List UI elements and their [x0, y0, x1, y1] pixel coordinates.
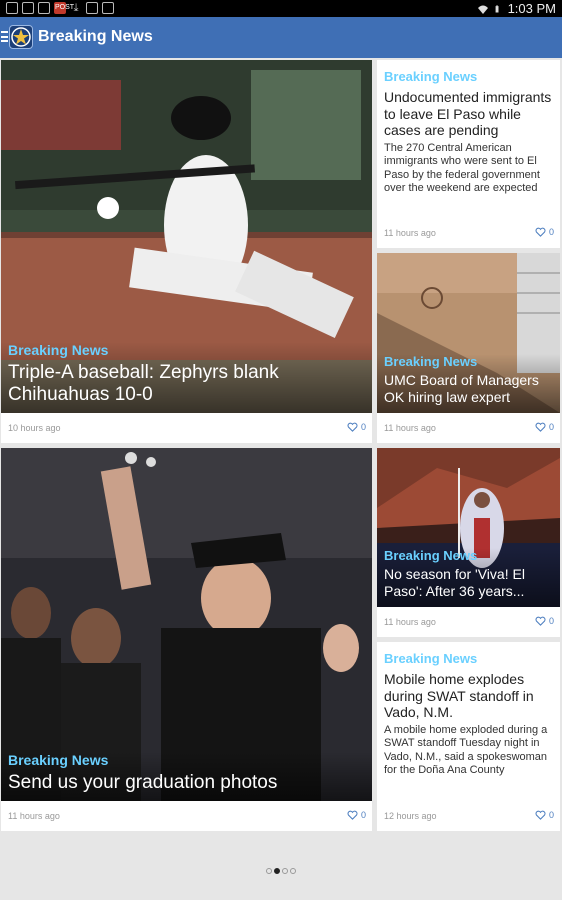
- download-icon: ⤓: [73, 2, 79, 14]
- card-category: Breaking News: [8, 752, 109, 768]
- card-overlay: Breaking News Send us your graduation ph…: [1, 752, 372, 801]
- bag-icon: [102, 2, 114, 14]
- card-time: 11 hours ago: [384, 228, 436, 238]
- status-time: 1:03 PM: [507, 1, 556, 16]
- page-dot[interactable]: [266, 868, 272, 874]
- like-count: 0: [360, 422, 366, 432]
- star-icon: [11, 27, 31, 47]
- card-time: 10 hours ago: [8, 423, 61, 433]
- card-overlay: Breaking News Triple-A baseball: Zephyrs…: [1, 342, 372, 413]
- window-icon: [38, 2, 50, 14]
- graduation-photo: [1, 448, 372, 801]
- heart-icon: [347, 422, 358, 432]
- like-button[interactable]: 0: [535, 616, 554, 626]
- card-category: Breaking News: [384, 354, 478, 369]
- news-card-baseball[interactable]: Breaking News Triple-A baseball: Zephyrs…: [1, 60, 372, 443]
- notification-icons: POST ⤓: [6, 2, 114, 14]
- page-title: Breaking News: [38, 28, 153, 45]
- card-headline[interactable]: UMC Board of Managers OK hiring law expe…: [384, 372, 552, 406]
- heart-icon: [535, 422, 546, 432]
- like-count: 0: [360, 810, 366, 820]
- heart-icon: [535, 616, 546, 626]
- news-card-viva-el-paso[interactable]: Breaking News No season for 'Viva! El Pa…: [377, 448, 560, 637]
- like-count: 0: [548, 227, 554, 237]
- card-category: Breaking News: [384, 548, 478, 563]
- mail-icon: [22, 2, 34, 14]
- news-icon: POST: [54, 2, 74, 14]
- card-time: 12 hours ago: [384, 811, 437, 821]
- like-button[interactable]: 0: [347, 810, 366, 820]
- card-footer: 11 hours ago 0: [377, 607, 560, 637]
- heart-icon: [535, 810, 546, 820]
- flipboard-icon: [86, 2, 98, 14]
- like-count: 0: [548, 810, 554, 820]
- heart-icon: [535, 227, 546, 237]
- page-dot[interactable]: [290, 868, 296, 874]
- card-overlay: Breaking News UMC Board of Managers OK h…: [377, 354, 560, 413]
- news-card-umc[interactable]: Breaking News UMC Board of Managers OK h…: [377, 253, 560, 443]
- page-dot[interactable]: [282, 868, 288, 874]
- card-headline[interactable]: Triple-A baseball: Zephyrs blank Chihuah…: [8, 362, 364, 406]
- news-card-graduation[interactable]: Breaking News Send us your graduation ph…: [1, 448, 372, 831]
- like-button[interactable]: 0: [535, 227, 554, 237]
- card-headline[interactable]: Undocumented immigrants to leave El Paso…: [384, 89, 554, 139]
- news-card-immigrants[interactable]: Breaking News Undocumented immigrants to…: [377, 60, 560, 248]
- image-icon: [6, 2, 18, 14]
- card-overlay: Breaking News No season for 'Viva! El Pa…: [377, 548, 560, 607]
- like-button[interactable]: 0: [347, 422, 366, 432]
- news-card-mobile-home[interactable]: Breaking News Mobile home explodes durin…: [377, 642, 560, 831]
- battery-icon: [495, 5, 499, 12]
- app-logo[interactable]: [9, 25, 33, 49]
- like-count: 0: [548, 616, 554, 626]
- card-footer: 11 hours ago 0: [1, 801, 372, 831]
- card-category: Breaking News: [384, 651, 478, 666]
- app-bar: Breaking News: [0, 17, 562, 58]
- card-footer: 12 hours ago 0: [377, 801, 560, 831]
- page-indicator[interactable]: [0, 861, 562, 879]
- card-category: Breaking News: [384, 69, 478, 84]
- card-headline[interactable]: Send us your graduation photos: [8, 772, 364, 794]
- wifi-icon: [477, 5, 488, 14]
- status-bar: POST ⤓ 1:03 PM: [0, 0, 562, 17]
- card-time: 11 hours ago: [384, 423, 436, 433]
- card-time: 11 hours ago: [384, 617, 436, 627]
- card-footer: 10 hours ago 0: [1, 413, 372, 443]
- like-button[interactable]: 0: [535, 422, 554, 432]
- like-button[interactable]: 0: [535, 810, 554, 820]
- card-footer: 11 hours ago 0: [377, 413, 560, 443]
- card-summary: The 270 Central American immigrants who …: [384, 141, 540, 195]
- heart-icon: [347, 810, 358, 820]
- card-category: Breaking News: [8, 342, 109, 358]
- card-footer: 11 hours ago 0: [377, 218, 560, 248]
- page-dot-active[interactable]: [274, 868, 280, 874]
- menu-icon[interactable]: [1, 31, 8, 43]
- card-summary: A mobile home exploded during a SWAT sta…: [384, 723, 548, 777]
- card-headline[interactable]: No season for 'Viva! El Paso': After 36 …: [384, 566, 552, 600]
- card-headline[interactable]: Mobile home explodes during SWAT standof…: [384, 671, 554, 721]
- card-time: 11 hours ago: [8, 811, 60, 821]
- like-count: 0: [548, 422, 554, 432]
